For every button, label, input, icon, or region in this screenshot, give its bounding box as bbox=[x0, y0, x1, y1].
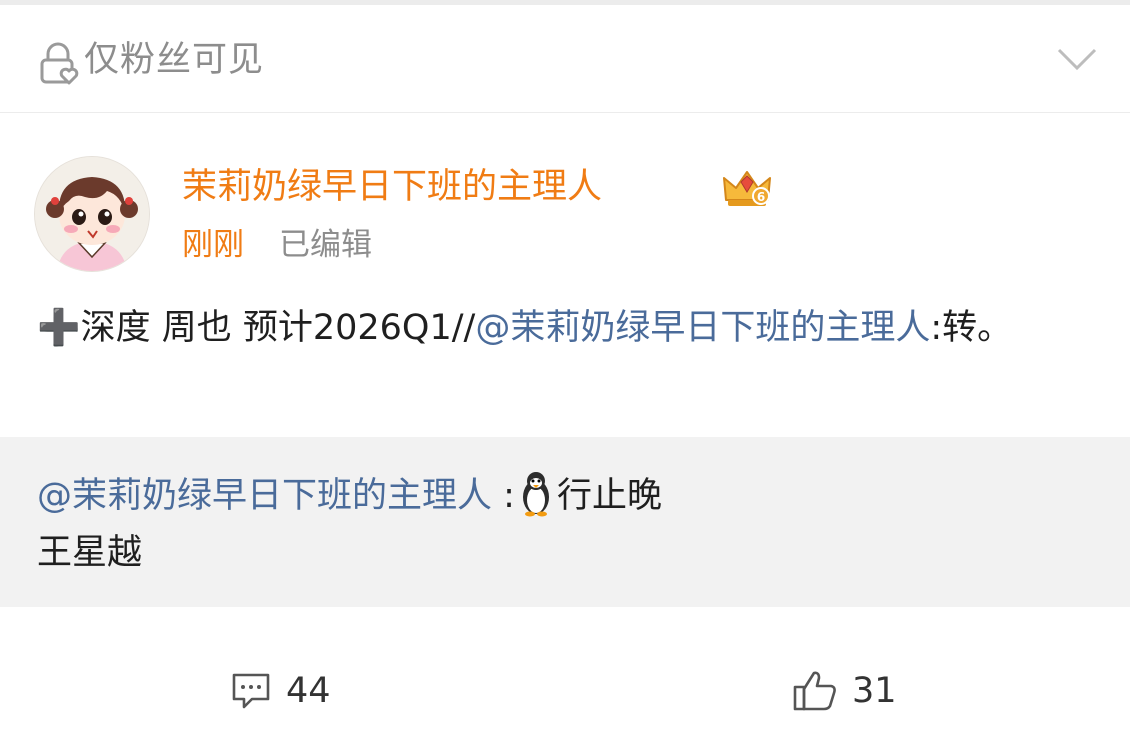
cartoon-girl-avatar bbox=[35, 157, 149, 271]
quoted-separator: : bbox=[492, 476, 515, 516]
edited-flag[interactable]: 已编辑 bbox=[279, 223, 372, 267]
author-mention-link[interactable]: @茉莉奶绿早日下班的主理人 bbox=[475, 308, 930, 348]
post-time: 刚刚 bbox=[182, 227, 244, 263]
quoted-mention-link[interactable]: @茉莉奶绿早日下班的主理人 bbox=[37, 476, 492, 516]
lock-heart-icon bbox=[40, 42, 79, 85]
like-button[interactable]: 31 bbox=[792, 664, 897, 718]
post-body: ➕深度 周也 预计2026Q1//@茉莉奶绿早日下班的主理人:转。 bbox=[37, 300, 1097, 357]
comment-icon bbox=[232, 673, 270, 709]
quoted-text-line1: 行止晚 bbox=[556, 476, 662, 516]
visibility-label: 仅粉丝可见 bbox=[84, 40, 265, 80]
svg-text:6: 6 bbox=[757, 190, 765, 204]
weibo-post-screen: 仅粉丝可见 茉莉奶绿早日下班的主理人 6 刚刚 已编辑 ➕深度 周也 预计202… bbox=[0, 0, 1130, 742]
crown-badge-icon[interactable]: 6 bbox=[720, 166, 774, 210]
quoted-post-content: @茉莉奶绿早日下班的主理人 : 行止晚王星越 bbox=[37, 468, 1097, 582]
penguin-emoji bbox=[522, 472, 549, 517]
post-text-tail: :转。 bbox=[930, 308, 1013, 348]
visibility-bar[interactable]: 仅粉丝可见 bbox=[0, 5, 1130, 113]
comment-count: 44 bbox=[286, 671, 331, 711]
author-name[interactable]: 茉莉奶绿早日下班的主理人 bbox=[182, 162, 602, 212]
thumbs-up-icon bbox=[793, 671, 836, 711]
avatar[interactable] bbox=[34, 156, 150, 272]
chevron-down-icon[interactable] bbox=[1056, 43, 1098, 73]
quoted-text-line2: 王星越 bbox=[37, 533, 143, 573]
post-text: 深度 周也 预计2026Q1// bbox=[80, 308, 476, 348]
comment-button[interactable]: 44 bbox=[230, 664, 331, 718]
plus-emoji: ➕ bbox=[37, 308, 81, 348]
like-count: 31 bbox=[852, 671, 897, 711]
